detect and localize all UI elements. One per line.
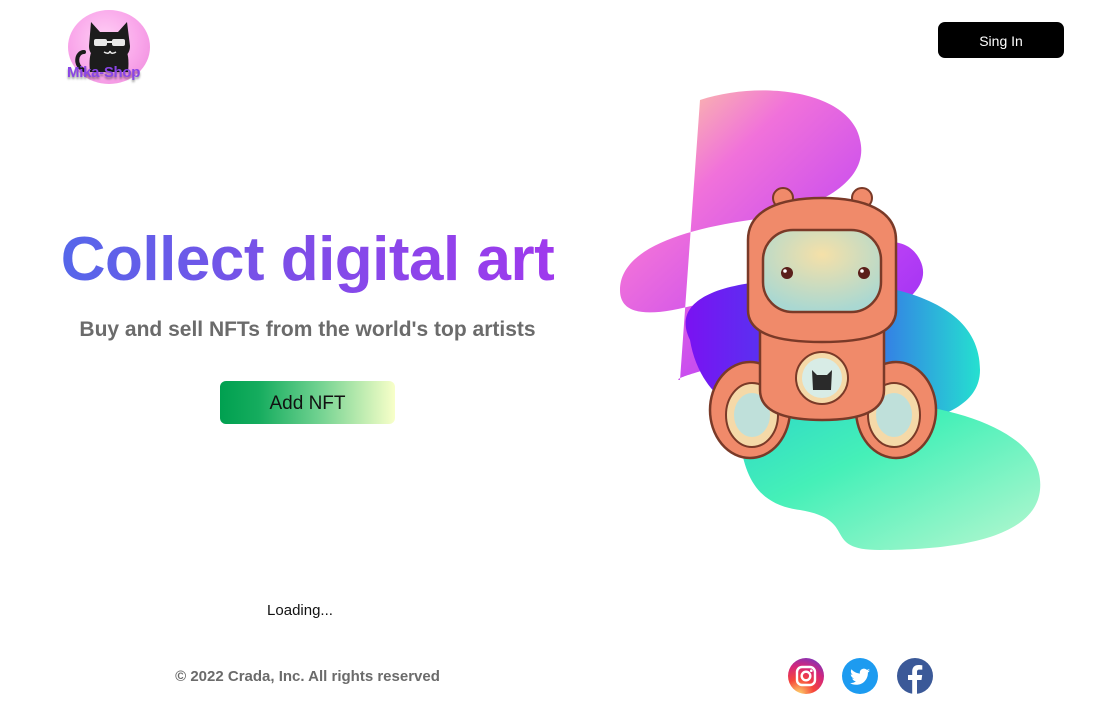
copyright-text: © 2022 Crada, Inc. All rights reserved — [175, 668, 440, 685]
instagram-icon[interactable] — [788, 658, 824, 694]
hero-robot-illustration — [620, 90, 1041, 550]
logo-text: Mika-Shop — [67, 64, 141, 81]
logo[interactable]: Mika-Shop — [64, 8, 156, 88]
hero-title: Collect digital art — [20, 222, 595, 298]
page: Mika-Shop Sing In Collect digital art Bu… — [0, 0, 1099, 724]
add-nft-button[interactable]: Add NFT — [220, 381, 395, 424]
twitter-icon[interactable] — [842, 658, 878, 694]
sign-in-button[interactable]: Sing In — [938, 22, 1064, 58]
hero-subtitle: Buy and sell NFTs from the world's top a… — [79, 318, 536, 341]
facebook-icon[interactable] — [897, 658, 933, 694]
loading-text: Loading... — [267, 602, 333, 619]
